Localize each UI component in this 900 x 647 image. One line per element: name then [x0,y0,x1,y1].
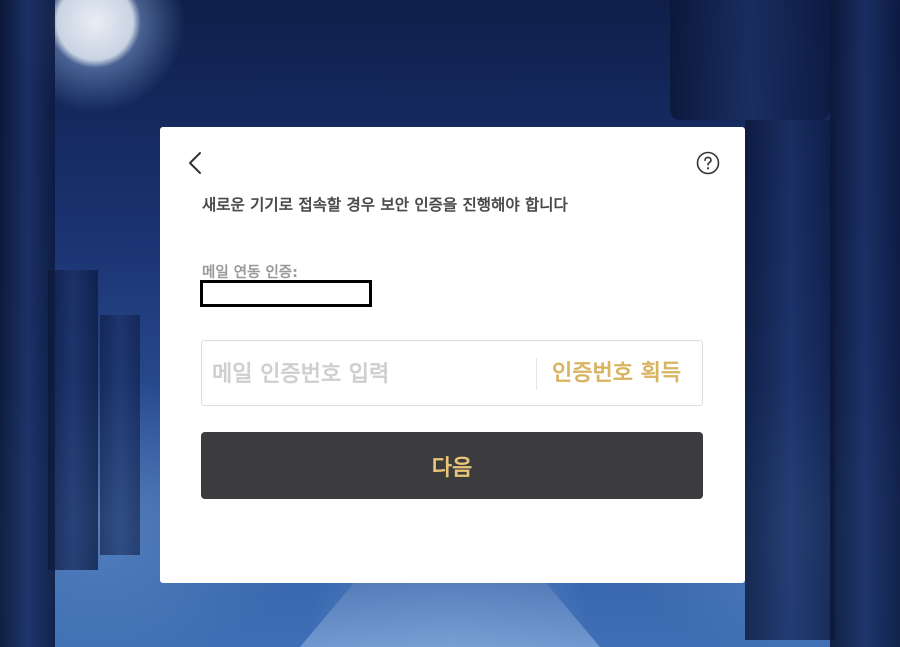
dialog-subtitle: 새로운 기기로 접속할 경우 보안 인증을 진행해야 합니다 [202,196,568,214]
email-address-value [200,280,372,307]
question-circle-icon [696,151,720,175]
background-tower [48,270,98,570]
security-verification-dialog: 새로운 기기로 접속할 경우 보안 인증을 진행해야 합니다 메일 연동 인증:… [160,127,745,583]
email-verification-label: 메일 연동 인증: [202,265,298,281]
get-code-button[interactable]: 인증번호 획득 [552,358,692,390]
verification-code-field: 인증번호 획득 [201,340,703,406]
next-button[interactable]: 다음 [201,432,703,499]
back-button[interactable] [182,149,210,177]
background-road [300,583,600,647]
chevron-left-icon [189,152,201,174]
field-divider [536,358,537,390]
next-button-label: 다음 [431,455,473,481]
verification-code-input[interactable] [210,357,534,391]
background-tower [100,315,140,555]
background-tower [0,0,55,647]
background-tower [830,0,900,647]
background-tower [745,120,835,640]
help-button[interactable] [696,151,720,175]
background-tower [670,0,830,120]
